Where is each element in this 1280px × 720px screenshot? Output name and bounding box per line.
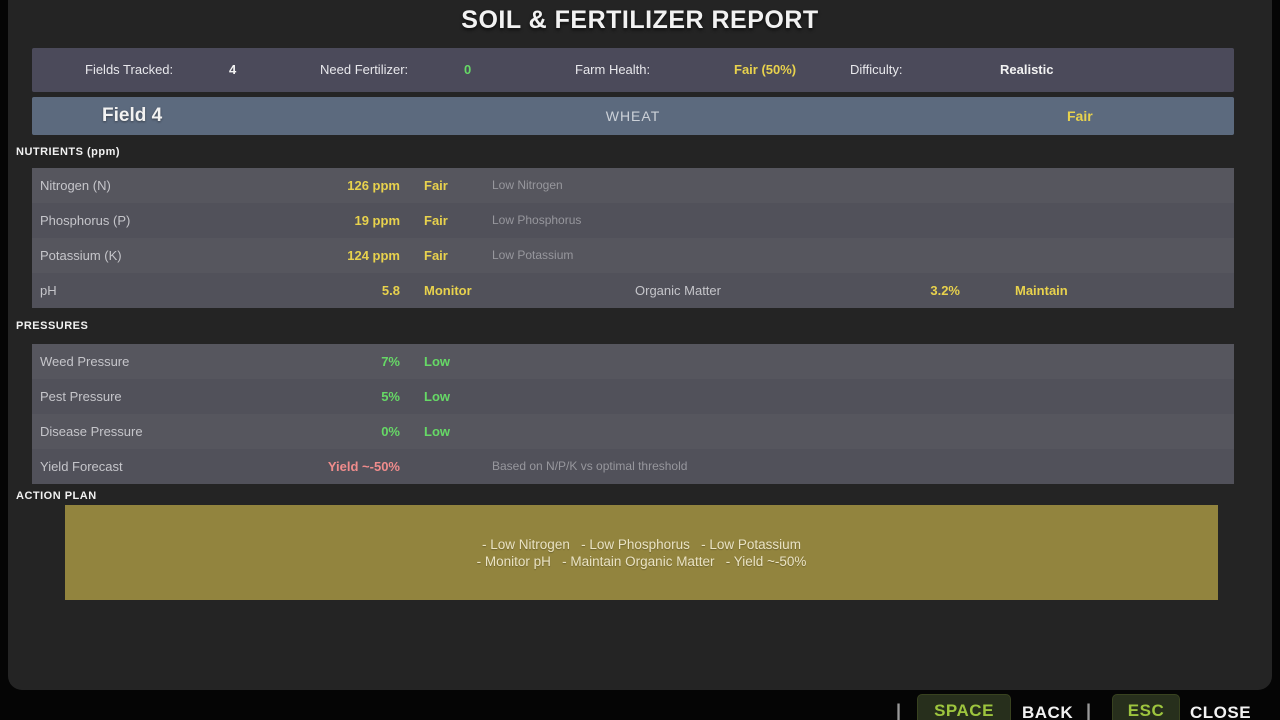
field-status: Fair: [1067, 97, 1093, 135]
pressures-table: Weed Pressure 7% Low Pest Pressure 5% Lo…: [32, 344, 1234, 484]
table-row-potassium: Potassium (K) 124 ppm Fair Low Potassium: [32, 238, 1234, 273]
pressure-status: Low: [424, 344, 450, 379]
difficulty-label: Difficulty:: [850, 48, 903, 92]
pressure-status: Low: [424, 379, 450, 414]
nutrient-status: Fair: [424, 203, 448, 238]
nutrient-value: 126 ppm: [272, 168, 400, 203]
field-header: Field 4 WHEAT Fair: [32, 97, 1234, 135]
nutrient-status: Fair: [424, 168, 448, 203]
yield-forecast-label: Yield Forecast: [40, 449, 123, 484]
page-title: SOIL & FERTILIZER REPORT: [0, 6, 1280, 35]
footer-separator: |: [1086, 696, 1091, 720]
nutrient-hint: Low Potassium: [492, 238, 573, 273]
farm-health-value: Fair (50%): [734, 48, 796, 92]
table-row-yield-forecast: Yield Forecast Yield ~-50% Based on N/P/…: [32, 449, 1234, 484]
action-plan-line-1: - Low Nitrogen - Low Phosphorus - Low Po…: [482, 537, 801, 552]
ph-value: 5.8: [272, 273, 400, 308]
farm-stats-bar: Fields Tracked: 4 Need Fertilizer: 0 Far…: [32, 48, 1234, 92]
esc-key-button[interactable]: ESC: [1112, 694, 1180, 720]
difficulty-value: Realistic: [1000, 48, 1053, 92]
action-plan-box: - Low Nitrogen - Low Phosphorus - Low Po…: [65, 505, 1218, 600]
fields-tracked-value: 4: [229, 48, 236, 92]
action-plan-line-2: - Monitor pH - Maintain Organic Matter -…: [477, 554, 807, 569]
pressure-label: Disease Pressure: [40, 414, 143, 449]
pressure-value: 0%: [272, 414, 400, 449]
organic-matter-status: Maintain: [1015, 273, 1068, 308]
table-row-pest-pressure: Pest Pressure 5% Low: [32, 379, 1234, 414]
organic-matter-label: Organic Matter: [635, 273, 721, 308]
field-crop: WHEAT: [32, 97, 1234, 135]
nutrient-status: Fair: [424, 238, 448, 273]
need-fertilizer-label: Need Fertilizer:: [320, 48, 408, 92]
pressure-label: Pest Pressure: [40, 379, 122, 414]
farm-health-label: Farm Health:: [575, 48, 650, 92]
nutrients-table: Nitrogen (N) 126 ppm Fair Low Nitrogen P…: [32, 168, 1234, 308]
table-row-weed-pressure: Weed Pressure 7% Low: [32, 344, 1234, 379]
action-plan-section-label: ACTION PLAN: [16, 490, 97, 502]
ph-label: pH: [40, 273, 57, 308]
nutrient-hint: Low Nitrogen: [492, 168, 563, 203]
ph-status: Monitor: [424, 273, 472, 308]
fields-tracked-label: Fields Tracked:: [85, 48, 173, 92]
table-row-ph: pH 5.8 Monitor Organic Matter 3.2% Maint…: [32, 273, 1234, 308]
table-row-nitrogen: Nitrogen (N) 126 ppm Fair Low Nitrogen: [32, 168, 1234, 203]
nutrient-label: Potassium (K): [40, 238, 122, 273]
nutrient-value: 19 ppm: [272, 203, 400, 238]
pressures-section-label: PRESSURES: [16, 320, 88, 332]
need-fertilizer-value: 0: [464, 48, 471, 92]
nutrient-label: Nitrogen (N): [40, 168, 111, 203]
pressure-value: 5%: [272, 379, 400, 414]
yield-forecast-hint: Based on N/P/K vs optimal threshold: [492, 449, 687, 484]
space-key-button[interactable]: SPACE: [917, 694, 1011, 720]
yield-forecast-value: Yield ~-50%: [272, 449, 400, 484]
pressure-status: Low: [424, 414, 450, 449]
organic-matter-value: 3.2%: [860, 273, 960, 308]
nutrient-value: 124 ppm: [272, 238, 400, 273]
table-row-phosphorus: Phosphorus (P) 19 ppm Fair Low Phosphoru…: [32, 203, 1234, 238]
footer-separator: |: [896, 696, 901, 720]
table-row-disease-pressure: Disease Pressure 0% Low: [32, 414, 1234, 449]
pressure-value: 7%: [272, 344, 400, 379]
pressure-label: Weed Pressure: [40, 344, 129, 379]
close-button[interactable]: CLOSE: [1190, 698, 1251, 720]
nutrients-section-label: NUTRIENTS (ppm): [16, 146, 120, 158]
back-button[interactable]: BACK: [1022, 698, 1073, 720]
nutrient-label: Phosphorus (P): [40, 203, 130, 238]
nutrient-hint: Low Phosphorus: [492, 203, 581, 238]
